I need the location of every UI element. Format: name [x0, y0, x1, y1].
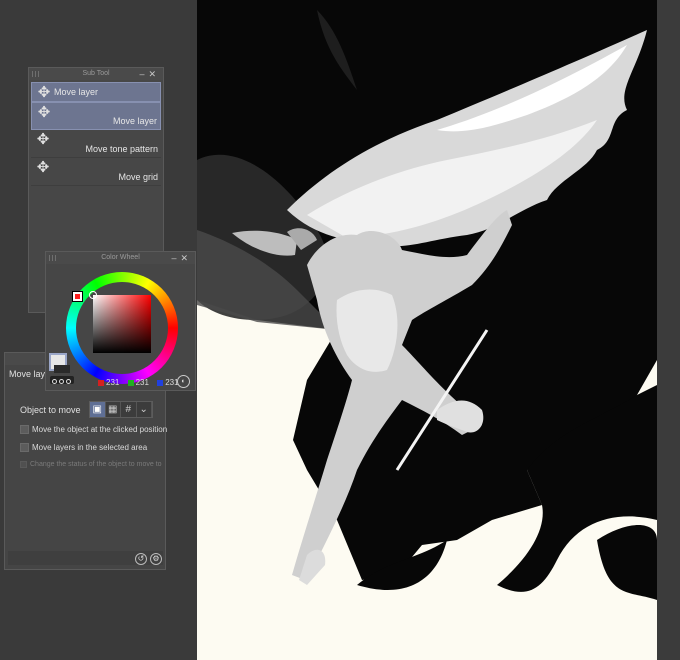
reset-icon[interactable]: ↺	[135, 553, 147, 565]
subtool-item-label: Move layer	[112, 116, 157, 126]
object-to-move-label: Object to move	[20, 405, 81, 415]
move-arrows-icon: ✥	[37, 84, 51, 101]
sv-marker[interactable]	[89, 291, 97, 299]
checkbox-move-selected-area[interactable]: Move layers in the selected area	[20, 443, 147, 452]
subtool-titlebar[interactable]: Sub Tool –✕	[29, 68, 163, 80]
color-wheel-panel: Color Wheel –✕ 231 231 231 ◐	[45, 251, 196, 391]
checkbox-change-status: Change the status of the object to move …	[20, 461, 162, 468]
blue-indicator	[157, 380, 164, 386]
drag-grip-icon[interactable]	[49, 255, 57, 261]
color-mode-icon[interactable]: ◐	[177, 375, 190, 388]
hue-marker[interactable]	[72, 291, 83, 302]
subtool-item-label: Move tone pattern	[85, 144, 158, 154]
checkbox-label: Move layers in the selected area	[32, 443, 148, 452]
subtool-item-move-tone-pattern[interactable]: ✥ Move tone pattern	[31, 130, 161, 158]
green-value[interactable]: 231	[136, 378, 149, 387]
subtool-item-move-grid[interactable]: ✥ Move grid	[31, 158, 161, 186]
object-to-move-selector: ▣ ▦ # ⌄	[89, 401, 153, 418]
right-panel-edge	[657, 0, 680, 660]
subtool-item-move-layer[interactable]: ✥ Move layer	[31, 102, 161, 130]
move-arrows-icon: ✥	[36, 131, 50, 148]
checkbox-box[interactable]	[20, 443, 29, 452]
sub-color-swatch[interactable]	[54, 365, 70, 373]
transparent-color-icons[interactable]	[50, 376, 74, 384]
checkbox-label: Move the object at the clicked position	[32, 425, 168, 434]
window-controls: –✕	[171, 252, 192, 264]
window-controls: –✕	[139, 68, 160, 80]
red-value[interactable]: 231	[106, 378, 119, 387]
subtool-item-label: Move grid	[118, 172, 158, 182]
checkbox-box	[20, 461, 27, 468]
tool-property-heading: Move lay	[9, 369, 46, 379]
wrench-icon[interactable]: ⚙	[150, 553, 162, 565]
checkbox-box[interactable]	[20, 425, 29, 434]
subtool-title: Sub Tool	[82, 70, 110, 77]
green-indicator	[127, 380, 134, 386]
move-arrows-icon: ✥	[37, 104, 51, 121]
color-wheel-title: Color Wheel	[101, 254, 140, 261]
artwork-canvas[interactable]	[197, 0, 657, 660]
checkbox-label: Change the status of the object to move …	[30, 461, 162, 468]
checkbox-move-clicked-object[interactable]: Move the object at the clicked position	[20, 425, 167, 434]
move-arrows-icon: ✥	[36, 159, 50, 176]
tone-pattern-icon[interactable]: ▦	[106, 402, 121, 417]
color-wheel-titlebar[interactable]: Color Wheel –✕	[46, 252, 195, 264]
red-indicator	[98, 380, 104, 386]
chevron-down-icon[interactable]: ⌄	[137, 402, 152, 417]
layer-icon[interactable]: ▣	[90, 402, 106, 417]
subtool-group-label: Move layer	[54, 87, 99, 97]
close-icon[interactable]: ✕	[148, 69, 160, 79]
rgb-readout: 231 231 231	[98, 378, 185, 387]
saturation-value-square[interactable]	[93, 295, 151, 353]
close-icon[interactable]: ✕	[180, 253, 192, 263]
drag-grip-icon[interactable]	[32, 71, 40, 77]
subtool-group-tab[interactable]: ✥ Move layer	[31, 82, 161, 102]
grid-icon[interactable]: #	[121, 402, 137, 417]
